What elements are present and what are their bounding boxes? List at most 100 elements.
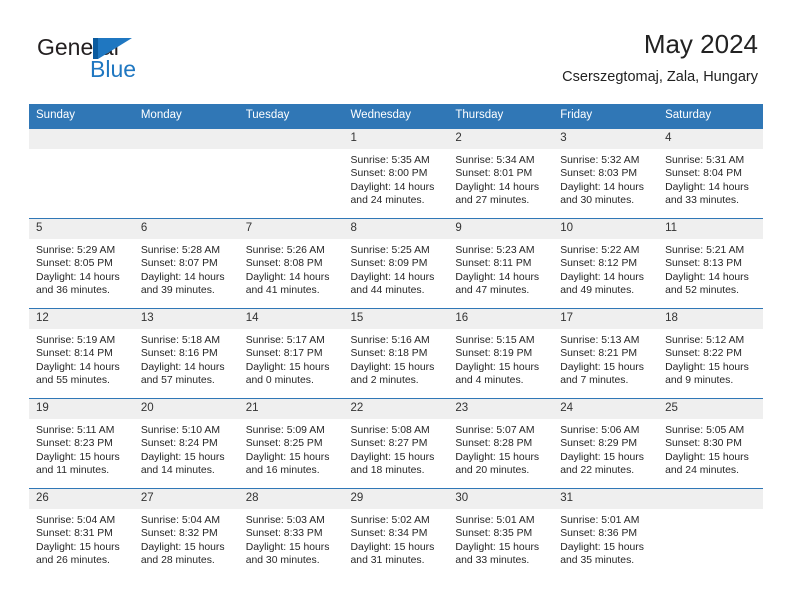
weekday-header-saturday: Saturday <box>658 104 763 129</box>
sunrise-text: Sunrise: 5:19 AM <box>36 334 116 346</box>
calendar-day-cell[interactable]: 18 Sunrise: 5:12 AM Sunset: 8:22 PM Dayligh… <box>658 307 763 399</box>
daylight-text-line1: Daylight: 14 hours <box>560 271 644 283</box>
daylight-text-line2: and 11 minutes. <box>36 465 110 477</box>
daylight-text-line2: and 30 minutes. <box>245 555 320 567</box>
day-number: 12 <box>29 308 134 329</box>
calendar-day-cell[interactable]: 9 Sunrise: 5:23 AM Sunset: 8:11 PM Daylight… <box>448 217 554 309</box>
daylight-text-line1: Daylight: 15 hours <box>455 451 540 463</box>
daylight-text-line2: and 35 minutes. <box>560 555 635 567</box>
calendar-day-cell[interactable]: 25 Sunrise: 5:05 AM Sunset: 8:30 PM Dayligh… <box>658 397 763 489</box>
day-details: Sunrise: 5:07 AM Sunset: 8:28 PM Daylight:… <box>448 419 553 478</box>
sunrise-text: Sunrise: 5:09 AM <box>245 424 325 436</box>
day-number <box>29 128 134 149</box>
daylight-text-line1: Daylight: 15 hours <box>350 541 435 553</box>
day-number: 31 <box>553 488 659 509</box>
calendar-day-cell[interactable]: 11 Sunrise: 5:21 AM Sunset: 8:13 PM Dayligh… <box>658 217 763 309</box>
daylight-text-line2: and 24 minutes. <box>665 465 739 477</box>
daylight-text-line1: Daylight: 15 hours <box>350 361 435 373</box>
sunset-text: Sunset: 8:04 PM <box>665 168 742 180</box>
sunset-text: Sunset: 8:22 PM <box>665 348 742 360</box>
day-details: Sunrise: 5:15 AM Sunset: 8:19 PM Daylight:… <box>448 329 553 388</box>
calendar-day-cell[interactable]: 29 Sunrise: 5:02 AM Sunset: 8:34 PM Dayligh… <box>343 487 449 578</box>
sunset-text: Sunset: 8:24 PM <box>140 438 218 450</box>
calendar-day-cell-empty <box>658 487 763 578</box>
calendar-day-cell[interactable]: 22 Sunrise: 5:08 AM Sunset: 8:27 PM Dayligh… <box>343 397 449 489</box>
daylight-text-line1: Daylight: 14 hours <box>455 271 540 283</box>
calendar-day-cell[interactable]: 30 Sunrise: 5:01 AM Sunset: 8:35 PM Dayligh… <box>448 487 554 578</box>
calendar-day-cell-empty <box>133 127 239 219</box>
day-number: 30 <box>448 488 554 509</box>
day-number: 25 <box>658 398 763 419</box>
sunrise-text: Sunrise: 5:13 AM <box>560 334 640 346</box>
sunset-text: Sunset: 8:14 PM <box>36 348 113 360</box>
calendar-day-cell[interactable]: 10 Sunrise: 5:22 AM Sunset: 8:12 PM Dayligh… <box>553 217 659 309</box>
daylight-text-line1: Daylight: 14 hours <box>560 181 644 193</box>
general-blue-logo[interactable]: General Blue <box>34 30 264 92</box>
daylight-text-line2: and 14 minutes. <box>140 465 215 477</box>
sunset-text: Sunset: 8:11 PM <box>455 258 532 270</box>
day-number <box>133 128 239 149</box>
day-number: 24 <box>553 398 659 419</box>
daylight-text-line1: Daylight: 14 hours <box>350 271 435 283</box>
daylight-text-line2: and 39 minutes. <box>140 285 215 297</box>
weekday-header-tuesday: Tuesday <box>238 104 344 129</box>
sunset-text: Sunset: 8:34 PM <box>350 528 428 540</box>
calendar-day-cell[interactable]: 19 Sunrise: 5:11 AM Sunset: 8:23 PM Dayligh… <box>29 397 134 489</box>
day-details: Sunrise: 5:02 AM Sunset: 8:34 PM Daylight:… <box>344 509 449 568</box>
weekday-header-thursday: Thursday <box>448 104 554 129</box>
calendar-day-cell[interactable]: 14 Sunrise: 5:17 AM Sunset: 8:17 PM Dayligh… <box>238 307 344 399</box>
calendar-day-cell[interactable]: 26 Sunrise: 5:04 AM Sunset: 8:31 PM Dayligh… <box>29 487 134 578</box>
calendar-day-cell[interactable]: 23 Sunrise: 5:07 AM Sunset: 8:28 PM Dayligh… <box>448 397 554 489</box>
sunset-text: Sunset: 8:03 PM <box>560 168 638 180</box>
sunrise-text: Sunrise: 5:05 AM <box>665 424 745 436</box>
daylight-text-line1: Daylight: 14 hours <box>245 271 330 283</box>
daylight-text-line2: and 36 minutes. <box>36 285 110 297</box>
calendar-day-cell[interactable]: 27 Sunrise: 5:04 AM Sunset: 8:32 PM Dayligh… <box>133 487 239 578</box>
daylight-text-line1: Daylight: 15 hours <box>665 361 749 373</box>
sunrise-text: Sunrise: 5:22 AM <box>560 244 640 256</box>
day-number <box>658 488 763 509</box>
day-number: 15 <box>343 308 449 329</box>
calendar-day-cell[interactable]: 4 Sunrise: 5:31 AM Sunset: 8:04 PM Daylight… <box>658 127 763 219</box>
sunset-text: Sunset: 8:35 PM <box>455 528 533 540</box>
calendar-day-cell[interactable]: 31 Sunrise: 5:01 AM Sunset: 8:36 PM Dayligh… <box>553 487 659 578</box>
sunset-text: Sunset: 8:19 PM <box>455 348 533 360</box>
calendar-day-cell[interactable]: 16 Sunrise: 5:15 AM Sunset: 8:19 PM Dayligh… <box>448 307 554 399</box>
calendar-day-cell[interactable]: 6 Sunrise: 5:28 AM Sunset: 8:07 PM Daylight… <box>133 217 239 309</box>
day-number: 16 <box>448 308 554 329</box>
day-number: 3 <box>553 128 659 149</box>
day-number <box>238 128 344 149</box>
calendar-day-cell[interactable]: 12 Sunrise: 5:19 AM Sunset: 8:14 PM Dayligh… <box>29 307 134 399</box>
sunset-text: Sunset: 8:17 PM <box>245 348 323 360</box>
day-number: 17 <box>553 308 659 329</box>
day-number: 5 <box>29 218 134 239</box>
calendar-day-cell[interactable]: 1 Sunrise: 5:35 AM Sunset: 8:00 PM Daylight… <box>343 127 449 219</box>
calendar-day-cell[interactable]: 20 Sunrise: 5:10 AM Sunset: 8:24 PM Dayligh… <box>133 397 239 489</box>
calendar-day-cell[interactable]: 15 Sunrise: 5:16 AM Sunset: 8:18 PM Dayligh… <box>343 307 449 399</box>
day-details: Sunrise: 5:28 AM Sunset: 8:07 PM Daylight:… <box>134 239 239 298</box>
calendar-day-cell[interactable]: 24 Sunrise: 5:06 AM Sunset: 8:29 PM Dayligh… <box>553 397 659 489</box>
calendar-day-cell[interactable]: 3 Sunrise: 5:32 AM Sunset: 8:03 PM Daylight… <box>553 127 659 219</box>
calendar-day-cell[interactable]: 7 Sunrise: 5:26 AM Sunset: 8:08 PM Daylight… <box>238 217 344 309</box>
sunrise-text: Sunrise: 5:28 AM <box>140 244 220 256</box>
calendar-day-cell[interactable]: 28 Sunrise: 5:03 AM Sunset: 8:33 PM Dayligh… <box>238 487 344 578</box>
calendar-day-cell[interactable]: 17 Sunrise: 5:13 AM Sunset: 8:21 PM Dayligh… <box>553 307 659 399</box>
day-number: 29 <box>343 488 449 509</box>
sunrise-text: Sunrise: 5:18 AM <box>140 334 220 346</box>
calendar-day-cell[interactable]: 13 Sunrise: 5:18 AM Sunset: 8:16 PM Dayligh… <box>133 307 239 399</box>
sunset-text: Sunset: 8:23 PM <box>36 438 113 450</box>
daylight-text-line1: Daylight: 15 hours <box>350 451 435 463</box>
day-number: 13 <box>133 308 239 329</box>
daylight-text-line1: Daylight: 15 hours <box>455 541 540 553</box>
sunrise-text: Sunrise: 5:03 AM <box>245 514 325 526</box>
calendar-day-cell[interactable]: 5 Sunrise: 5:29 AM Sunset: 8:05 PM Daylight… <box>29 217 134 309</box>
day-details: Sunrise: 5:01 AM Sunset: 8:35 PM Daylight:… <box>448 509 553 568</box>
sunset-text: Sunset: 8:21 PM <box>560 348 638 360</box>
daylight-text-line2: and 33 minutes. <box>665 195 739 207</box>
calendar-day-cell[interactable]: 8 Sunrise: 5:25 AM Sunset: 8:09 PM Daylight… <box>343 217 449 309</box>
calendar-day-cell[interactable]: 2 Sunrise: 5:34 AM Sunset: 8:01 PM Daylight… <box>448 127 554 219</box>
daylight-text-line2: and 30 minutes. <box>560 195 635 207</box>
calendar-day-cell-empty <box>238 127 344 219</box>
sunrise-text: Sunrise: 5:29 AM <box>36 244 116 256</box>
calendar-day-cell[interactable]: 21 Sunrise: 5:09 AM Sunset: 8:25 PM Dayligh… <box>238 397 344 489</box>
